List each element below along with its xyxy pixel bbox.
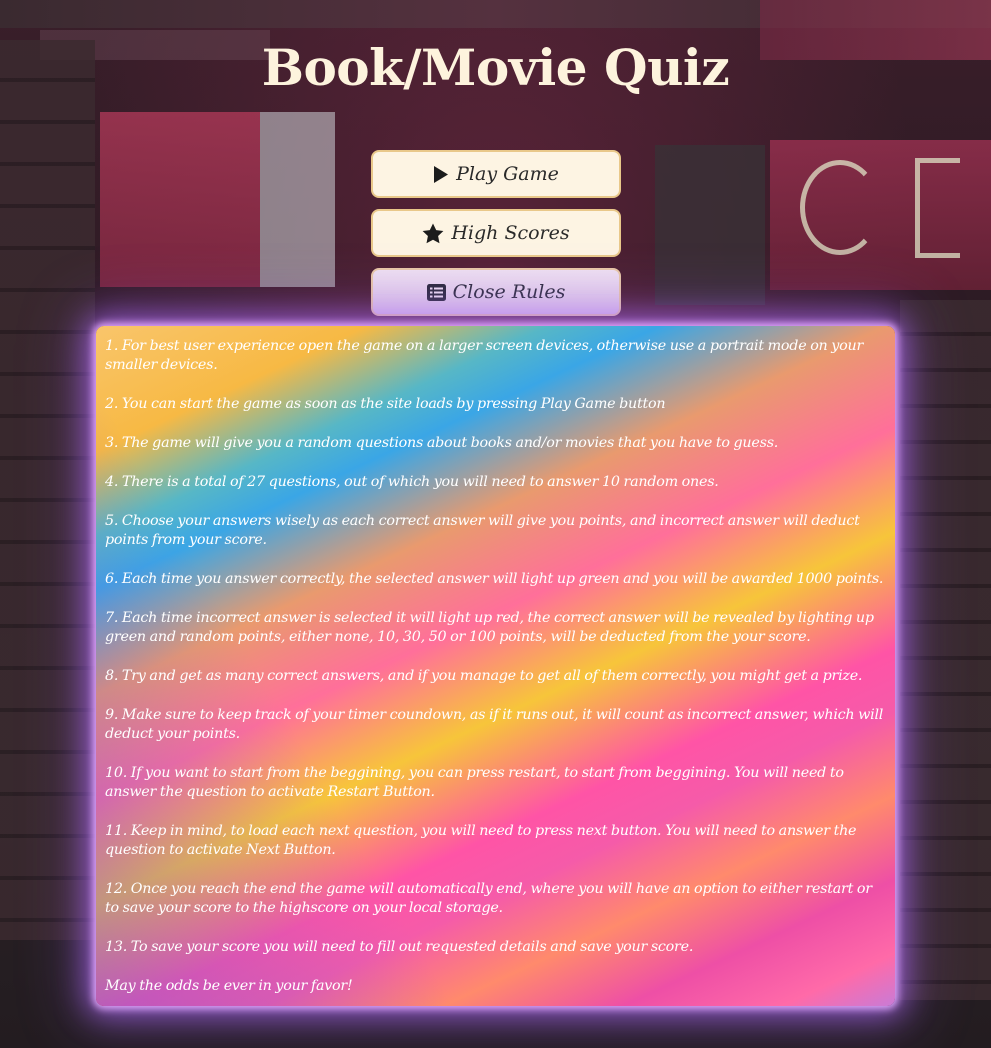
rule-item: 7. Each time incorrect answer is selecte… <box>105 610 874 645</box>
rules-closing-line: May the odds be ever in your favor! <box>105 978 353 994</box>
rule-item: 5. Choose your answers wisely as each co… <box>105 513 860 548</box>
play-icon <box>433 165 449 184</box>
rule-item: 1. For best user experience open the gam… <box>105 338 864 373</box>
rule-item: 10. If you want to start from the beggin… <box>105 765 844 800</box>
rules-panel: 1. For best user experience open the gam… <box>96 326 895 1006</box>
star-icon <box>422 223 444 244</box>
rule-item: 6. Each time you answer correctly, the s… <box>105 571 884 587</box>
rule-item: 3. The game will give you a random quest… <box>105 435 779 451</box>
rule-item: 11. Keep in mind, to load each next ques… <box>105 823 857 858</box>
page-title: Book/Movie Quiz <box>261 38 730 97</box>
rule-item: 13. To save your score you will need to … <box>105 939 694 955</box>
high-scores-button[interactable]: High Scores <box>371 209 621 257</box>
rule-item: 12. Once you reach the end the game will… <box>105 881 872 916</box>
rule-item: 9. Make sure to keep track of your timer… <box>105 707 884 742</box>
rule-item: 4. There is a total of 27 questions, out… <box>105 474 719 490</box>
play-game-label: Play Game <box>456 163 559 185</box>
rule-item: 8. Try and get as many correct answers, … <box>105 668 863 684</box>
close-rules-label: Close Rules <box>452 281 566 303</box>
rule-item: 2. You can start the game as soon as the… <box>105 396 666 412</box>
high-scores-label: High Scores <box>451 222 570 244</box>
list-icon <box>426 283 446 301</box>
play-game-button[interactable]: Play Game <box>371 150 621 198</box>
close-rules-button[interactable]: Close Rules <box>371 268 621 316</box>
